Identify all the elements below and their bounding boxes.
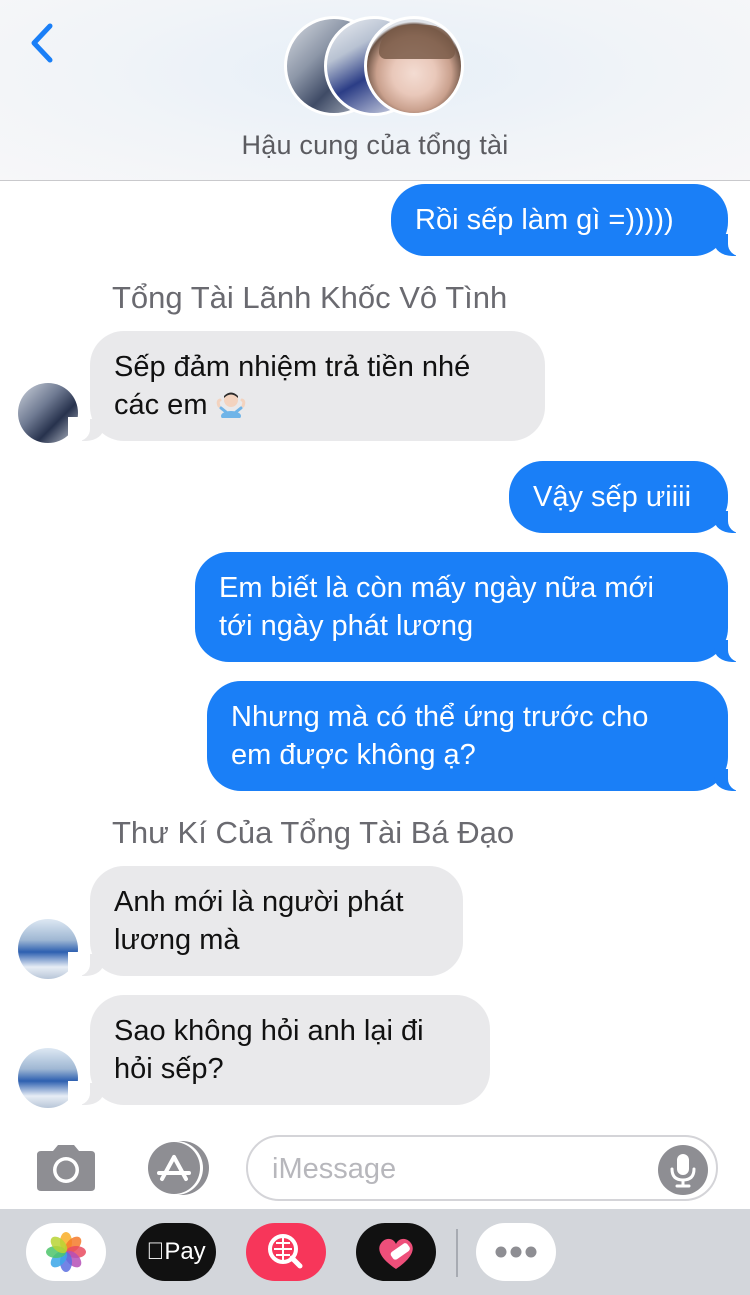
image-search-icon bbox=[268, 1234, 303, 1269]
microphone-icon bbox=[670, 1154, 696, 1188]
camera-icon bbox=[37, 1145, 95, 1191]
apple-pay-button[interactable]: Pay bbox=[136, 1223, 216, 1281]
heart-sticker-app-button[interactable] bbox=[356, 1223, 436, 1281]
message-text: Em biết là còn mấy ngày nữa mới bbox=[219, 572, 654, 604]
app-drawer: Pay bbox=[0, 1209, 750, 1295]
sender-name: Tổng Tài Lãnh Khốc Vô Tình bbox=[112, 280, 508, 315]
outgoing-message[interactable]: Rồi sếp làm gì =))))) bbox=[391, 184, 750, 256]
message-text: Rồi sếp làm gì =))))) bbox=[415, 204, 674, 236]
message-text: Vậy sếp ưiiii bbox=[533, 481, 692, 513]
group-avatars[interactable] bbox=[284, 16, 469, 116]
message-text: các em bbox=[114, 389, 208, 421]
message-text-line: các em bbox=[114, 386, 521, 424]
message-text: Sao không hỏi anh lại đi bbox=[114, 1015, 424, 1047]
outgoing-message[interactable]: Nhưng mà có thể ứng trước cho em được kh… bbox=[207, 681, 750, 791]
conversation-header: Hậu cung của tổng tài bbox=[0, 0, 750, 181]
person-shrugging-emoji bbox=[216, 392, 245, 418]
incoming-message[interactable]: Sếp đảm nhiệm trả tiền nhé các em bbox=[68, 331, 545, 441]
message-text: Anh mới là người phát bbox=[114, 886, 404, 918]
group-avatar bbox=[364, 16, 464, 116]
back-button[interactable] bbox=[22, 18, 62, 68]
pay-label: Pay bbox=[155, 1238, 205, 1265]
heart-sticker-icon bbox=[379, 1238, 413, 1269]
group-name[interactable]: Hậu cung của tổng tài bbox=[0, 130, 750, 161]
incoming-message[interactable]: Sao không hỏi anh lại đi hỏi sếp? bbox=[68, 995, 490, 1105]
imessage-screen: Hậu cung của tổng tài Rồi sếp làm gì =))… bbox=[0, 0, 750, 1295]
message-text: hỏi sếp? bbox=[114, 1053, 224, 1085]
message-text: em được không ạ? bbox=[231, 739, 476, 771]
message-text: Sếp đảm nhiệm trả tiền nhé bbox=[114, 351, 471, 383]
drawer-divider bbox=[456, 1229, 458, 1277]
apple-pay-icon:  bbox=[146, 1238, 164, 1265]
imessage-input[interactable] bbox=[272, 1149, 642, 1189]
chevron-left-icon bbox=[31, 23, 53, 63]
message-text: tới ngày phát lương bbox=[219, 610, 474, 642]
message-input-field[interactable] bbox=[246, 1135, 718, 1201]
more-apps-button[interactable] bbox=[476, 1223, 556, 1281]
outgoing-message[interactable]: Vậy sếp ưiiii bbox=[509, 461, 750, 533]
more-icon bbox=[495, 1246, 537, 1258]
message-text: Nhưng mà có thể ứng trước cho bbox=[231, 701, 649, 733]
app-store-button[interactable] bbox=[140, 1140, 212, 1196]
incoming-message[interactable]: Anh mới là người phát lương mà bbox=[68, 866, 463, 976]
photos-app-button[interactable] bbox=[26, 1223, 106, 1281]
photos-icon bbox=[46, 1232, 86, 1272]
app-store-icon bbox=[148, 1141, 209, 1195]
camera-button[interactable] bbox=[33, 1143, 99, 1193]
outgoing-message[interactable]: Em biết là còn mấy ngày nữa mới tới ngày… bbox=[195, 552, 750, 662]
message-text: lương mà bbox=[114, 924, 240, 956]
sender-name: Thư Kí Của Tổng Tài Bá Đạo bbox=[112, 815, 515, 850]
image-search-app-button[interactable] bbox=[246, 1223, 326, 1281]
microphone-button[interactable] bbox=[658, 1145, 708, 1195]
